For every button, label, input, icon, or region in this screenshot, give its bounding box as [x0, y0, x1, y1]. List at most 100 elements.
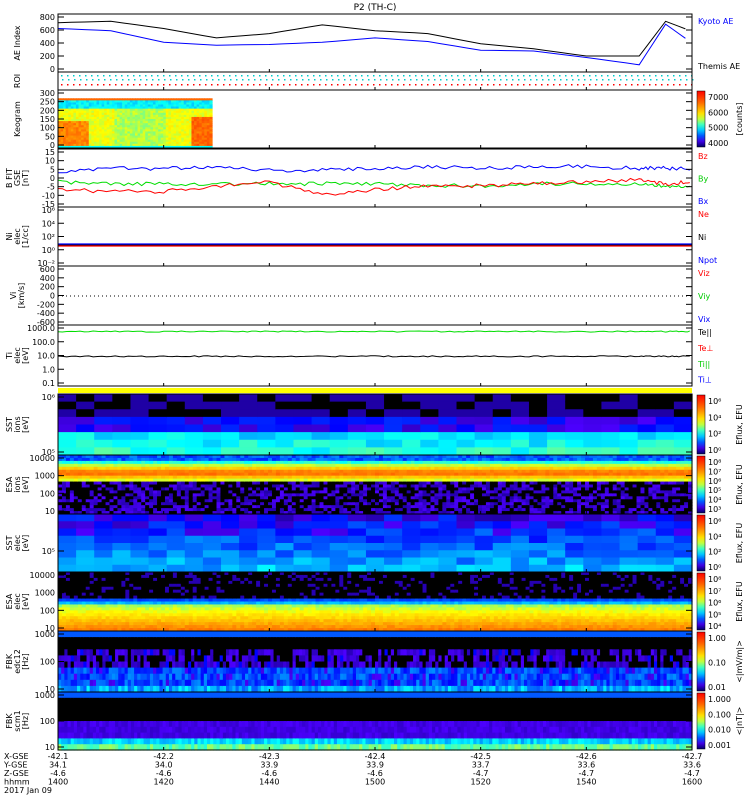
spectrogram-cell	[438, 432, 458, 441]
spectrogram-cell	[184, 439, 204, 448]
spectrogram-cell	[583, 394, 603, 403]
spectrogram-cell	[94, 432, 113, 441]
spectrogram-cell	[202, 564, 222, 573]
spectrogram-cell	[221, 439, 240, 448]
spectrogram-cell	[492, 439, 512, 448]
spectrogram-cell	[583, 416, 603, 426]
spectrogram-cell	[601, 447, 621, 456]
spectrogram-cell	[58, 409, 77, 418]
spectrogram-cell	[456, 424, 476, 433]
spectrogram-cell	[311, 424, 331, 433]
spectrogram-cell	[619, 394, 639, 403]
spectrogram-cell	[94, 394, 113, 403]
spectrogram-cell	[130, 447, 150, 456]
spectrogram-cell	[184, 543, 204, 551]
spectrogram-cell	[76, 409, 95, 418]
spectrogram-cell	[166, 514, 186, 522]
spectrogram-cell	[673, 424, 693, 433]
spectrogram-cell	[438, 416, 458, 426]
spectrogram-cell	[112, 409, 132, 418]
spectrogram-cell	[184, 401, 204, 410]
plot-title: P2 (TH-C)	[354, 3, 397, 13]
spectrogram-cell	[130, 401, 150, 410]
spectrogram-cell	[76, 432, 95, 441]
spectrogram-cell	[112, 535, 132, 544]
spectrogram-cell	[166, 535, 186, 544]
spectrogram-cell	[528, 439, 548, 448]
spectrogram-cell	[619, 439, 639, 448]
spectrogram-cell	[420, 424, 439, 433]
spectrogram-cell	[275, 409, 295, 418]
spectrogram-cell	[275, 439, 295, 448]
spectrogram-cell	[221, 401, 240, 410]
spectrogram-cell	[384, 432, 403, 441]
spectrogram-cell	[58, 416, 77, 426]
spectrogram-cell	[239, 409, 258, 418]
spectrogram-cell	[565, 394, 584, 403]
spectrogram-cell	[474, 416, 494, 426]
spectrogram-cell	[221, 424, 240, 433]
spectrogram-cell	[112, 394, 132, 403]
spectrogram-cell	[347, 424, 367, 433]
spectrogram-cell	[510, 409, 530, 418]
spectrogram-cell	[202, 521, 222, 530]
spectrogram-cell	[456, 447, 476, 456]
spectrogram-cell	[655, 439, 675, 448]
spectrogram-cell	[202, 535, 222, 544]
spectrogram-cell	[148, 432, 168, 441]
spectrogram-cell	[202, 409, 222, 418]
spectrogram-cell	[492, 401, 512, 410]
spectrogram-cell	[311, 394, 331, 403]
spectrogram-cell	[565, 432, 584, 441]
spectrogram-cell	[148, 394, 168, 403]
spectrogram-cell	[547, 416, 566, 426]
spectrogram-cell	[202, 528, 222, 537]
spectrogram-cell	[402, 394, 421, 403]
spectrogram-cell	[257, 432, 276, 441]
spectrogram-cell	[184, 514, 204, 522]
spectrogram-cell	[420, 432, 439, 441]
spectrogram-cell	[148, 543, 168, 551]
spectrogram-cell	[184, 416, 204, 426]
spectrogram-cell	[474, 394, 494, 403]
spectrogram-cell	[112, 439, 132, 448]
spectrogram-cell	[166, 528, 186, 537]
spectrogram-cell	[637, 416, 657, 426]
spectrogram-cell	[202, 432, 222, 441]
spectrogram-cell	[637, 401, 657, 410]
spectrogram-cell	[637, 394, 657, 403]
spectrogram-cell	[58, 432, 77, 441]
spectrogram-cell	[438, 447, 458, 456]
spectrogram-cell	[619, 432, 639, 441]
spectrogram-cell	[202, 439, 222, 448]
spectrogram-cell	[221, 535, 240, 544]
spectrogram-cell	[76, 514, 95, 522]
spectrogram-cell	[528, 409, 548, 418]
spectrogram-cell	[130, 409, 150, 418]
spectrogram-cell	[239, 439, 258, 448]
spectrogram-cell	[329, 394, 349, 403]
spectrogram-cell	[202, 550, 222, 559]
spectrogram-cell	[492, 432, 512, 441]
spectrogram-cell	[329, 424, 349, 433]
spectrogram-cell	[456, 439, 476, 448]
spectrogram-cell	[456, 394, 476, 403]
spectrogram-cell	[528, 447, 548, 456]
spectrogram-cell	[184, 557, 204, 566]
spectrogram-cell	[311, 401, 331, 410]
spectrogram-cell	[655, 394, 675, 403]
spectrogram-cell	[257, 447, 276, 456]
spectrogram-cell	[221, 394, 240, 403]
spectrogram-cell	[456, 401, 476, 410]
spectrogram-cell	[637, 432, 657, 441]
spectrogram-cell	[583, 439, 603, 448]
spectrogram-cell	[58, 557, 77, 566]
spectrogram-cell	[492, 409, 512, 418]
spectrogram-cell	[58, 439, 77, 448]
spectrogram-cell	[58, 564, 77, 573]
spectrogram-cell	[528, 416, 548, 426]
spectrogram-cell	[474, 409, 494, 418]
spectrogram-cell	[311, 409, 331, 418]
spectrogram-cell	[148, 550, 168, 559]
spectrogram-cell	[221, 521, 240, 530]
